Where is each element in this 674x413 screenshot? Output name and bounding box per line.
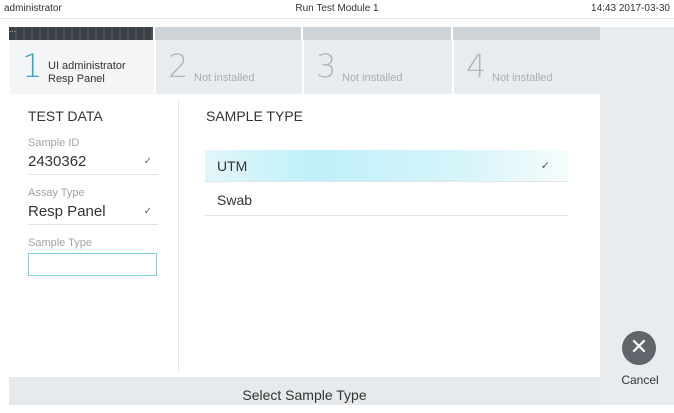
datetime: 14:43 2017-03-30 (591, 3, 670, 14)
sample-type-title: SAMPLE TYPE (206, 108, 304, 124)
module-label: Not installed (194, 72, 255, 84)
chevron-down-icon: ✓ (143, 156, 152, 167)
chevron-down-icon: ✓ (143, 206, 152, 217)
sample-type-option-utm[interactable]: UTM ✓ (205, 150, 568, 182)
module-3-status-strip (303, 27, 451, 40)
instruction-text: Select Sample Type (242, 387, 367, 403)
module-1-status-strip (9, 27, 153, 40)
module-label: Not installed (342, 72, 403, 84)
assay-type-field[interactable]: Resp Panel ✓ (28, 200, 158, 225)
instruction-bar: Select Sample Type (9, 377, 600, 405)
window-title: Run Test Module 1 (295, 3, 379, 14)
checkmark-icon: ✓ (540, 160, 550, 172)
sample-type-label: Sample Type (28, 237, 93, 249)
divider (178, 101, 179, 371)
sample-id-field[interactable]: 2430362 ✓ (28, 150, 158, 175)
cancel-label: Cancel (621, 373, 659, 387)
assay-type-label: Assay Type (28, 187, 85, 199)
test-data-title: TEST DATA (28, 108, 103, 124)
module-number: 2 (168, 47, 189, 85)
module-assay: Resp Panel (48, 73, 105, 85)
option-label: UTM (217, 158, 248, 174)
tab-module-1[interactable]: 1 UI administrator Resp Panel (9, 40, 154, 94)
main-panel (9, 94, 600, 377)
module-label: Not installed (492, 72, 553, 84)
cancel-button[interactable]: ✕ (622, 331, 656, 365)
module-number: 3 (316, 47, 337, 85)
module-number: 1 (22, 47, 43, 85)
sample-id-label: Sample ID (28, 137, 80, 149)
module-status-icon: ⋯ (9, 29, 16, 36)
module-label: UI administrator Resp Panel (48, 60, 126, 86)
module-user: UI administrator (48, 60, 126, 72)
tab-module-2[interactable]: 2 Not installed (155, 40, 302, 94)
assay-type-value: Resp Panel (28, 203, 106, 220)
option-label: Swab (217, 192, 253, 208)
sample-type-field[interactable] (28, 253, 157, 276)
module-number: 4 (466, 47, 487, 85)
module-4-status-strip (453, 27, 600, 40)
sample-type-option-swab[interactable]: Swab (205, 184, 568, 216)
sample-id-value: 2430362 (28, 153, 87, 170)
close-icon: ✕ (629, 335, 649, 360)
tab-module-4[interactable]: 4 Not installed (453, 40, 601, 94)
title-bar: administrator Run Test Module 1 14:43 20… (0, 0, 674, 19)
tab-module-3[interactable]: 3 Not installed (303, 40, 452, 94)
module-2-status-strip (155, 27, 301, 40)
